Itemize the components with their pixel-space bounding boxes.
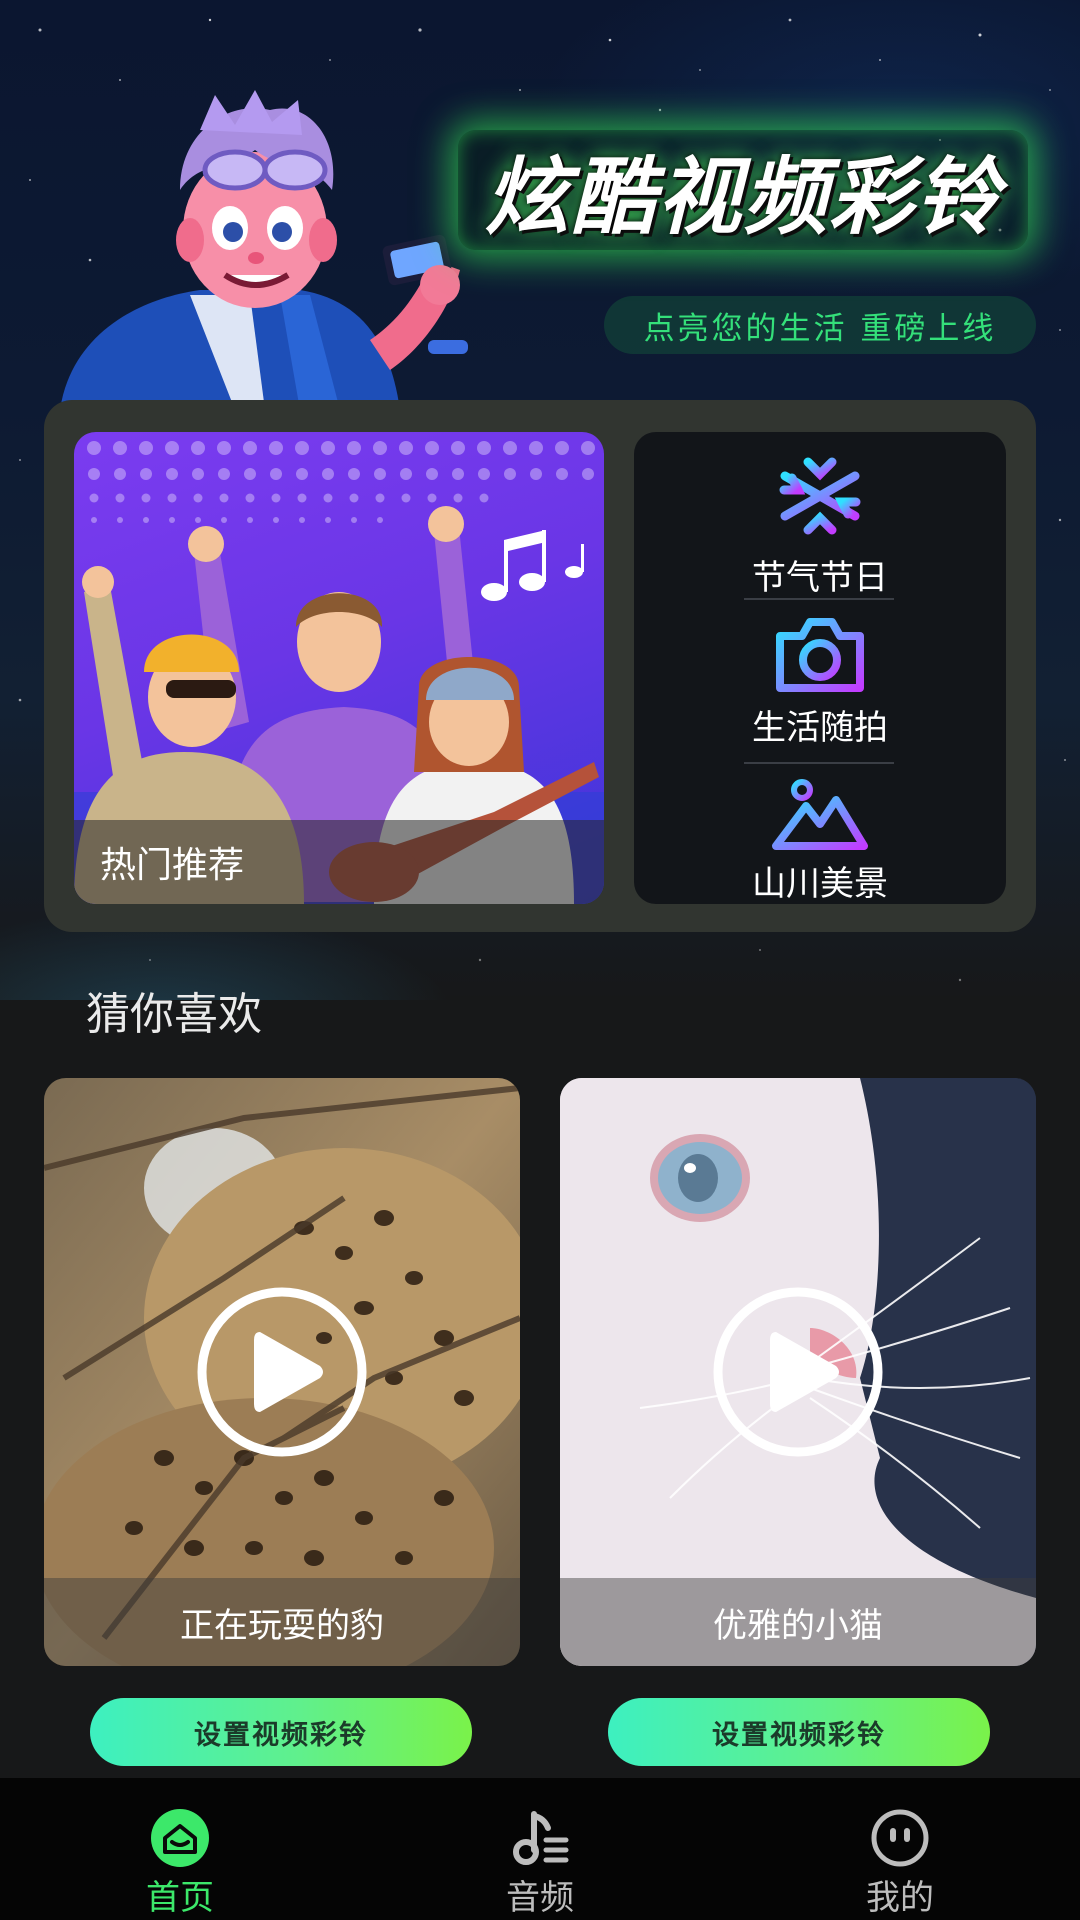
set-video-ringtone-button[interactable]: 设置视频彩铃 <box>90 1698 472 1766</box>
music-note-icon <box>513 1811 569 1865</box>
camera-icon <box>776 618 864 692</box>
divider <box>744 598 894 600</box>
mountain-icon <box>772 779 868 850</box>
nav-label: 我的 <box>866 1878 934 1918</box>
hero-subtitle: 点亮您的生活 重磅上线 <box>604 296 1036 354</box>
app-title: 炫酷视频彩铃 <box>484 147 1001 246</box>
title-banner: 炫酷视频彩铃 <box>458 130 1028 250</box>
category-item-scenery[interactable]: 山川美景 <box>634 776 1006 905</box>
section-title: 猜你喜欢 <box>86 989 262 1040</box>
hot-recommend-label: 热门推荐 <box>74 820 604 904</box>
divider <box>744 762 894 764</box>
home-icon <box>151 1809 209 1867</box>
nav-item-mine[interactable]: 我的 <box>800 1778 1000 1920</box>
video-card-leopard[interactable]: 正在玩耍的豹 <box>44 1078 520 1666</box>
play-icon[interactable] <box>194 1284 370 1460</box>
profile-face-icon <box>871 1809 929 1867</box>
category-label: 生活随拍 <box>752 708 888 748</box>
set-video-ringtone-button[interactable]: 设置视频彩铃 <box>608 1698 990 1766</box>
bottom-nav: 首页 音频 我的 <box>0 1778 1080 1920</box>
video-caption: 正在玩耍的豹 <box>44 1578 520 1666</box>
category-label: 节气节日 <box>752 558 888 598</box>
nav-item-audio[interactable]: 音频 <box>440 1778 640 1920</box>
category-label: 山川美景 <box>752 864 888 904</box>
nav-label: 音频 <box>506 1878 574 1918</box>
snowflake-icon <box>779 451 861 541</box>
play-icon[interactable] <box>710 1284 886 1460</box>
video-card-cat[interactable]: 优雅的小猫 <box>560 1078 1036 1666</box>
nav-item-home[interactable]: 首页 <box>80 1778 280 1920</box>
category-item-life[interactable]: 生活随拍 <box>634 612 1006 749</box>
category-item-festival[interactable]: 节气节日 <box>634 446 1006 599</box>
video-caption: 优雅的小猫 <box>560 1578 1036 1666</box>
hot-recommend-card[interactable]: 热门推荐 <box>74 432 604 904</box>
category-list: 节气节日 生活随拍 山川美景 <box>634 432 1006 904</box>
nav-label: 首页 <box>146 1878 214 1918</box>
